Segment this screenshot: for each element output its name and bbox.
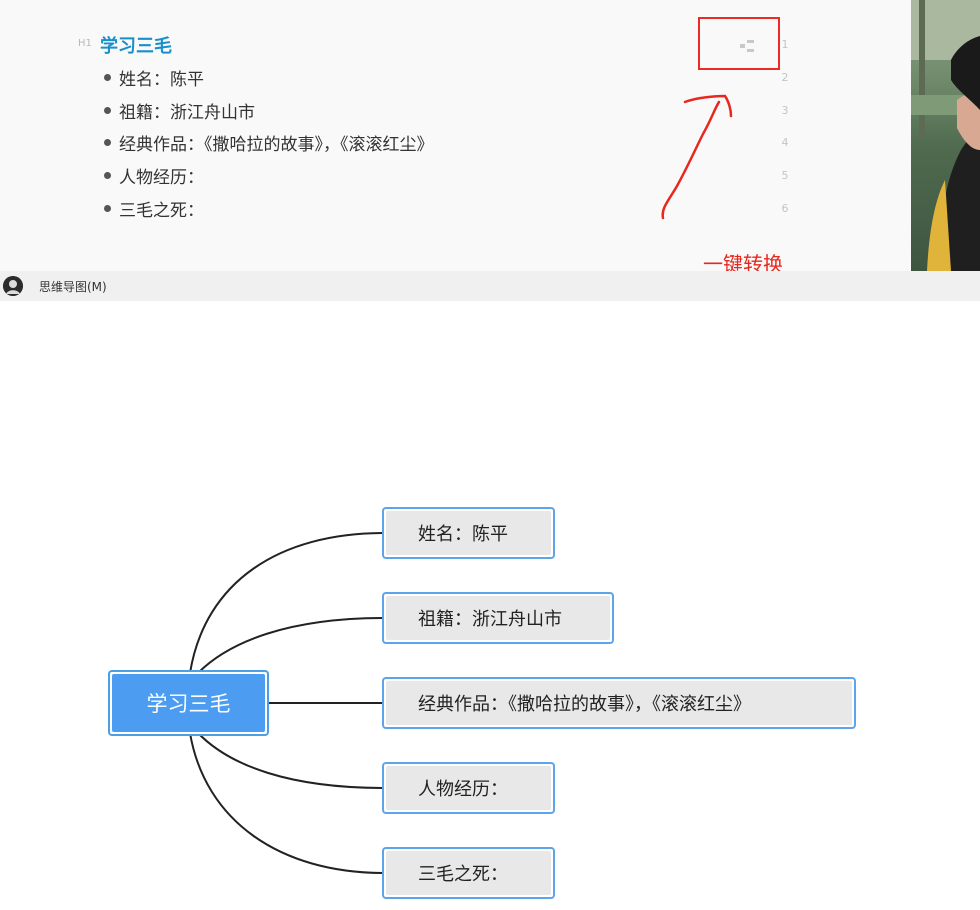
connector-line — [189, 532, 385, 674]
root-node-label: 学习三毛 — [112, 674, 265, 732]
connector-line — [197, 732, 385, 789]
bullet-icon — [104, 106, 111, 114]
mindmap-child-node[interactable]: 姓名：陈平 — [382, 507, 555, 559]
heading-level-tag: H1 — [78, 38, 92, 49]
list-item[interactable]: 姓名：陈平 — [104, 65, 204, 90]
list-item[interactable]: 人物经历： — [104, 163, 204, 188]
user-avatar-icon[interactable] — [3, 276, 23, 296]
line-number: 6 — [781, 202, 789, 215]
line-number: 1 — [781, 38, 789, 51]
mindmap-canvas[interactable]: 学习三毛 姓名：陈平 祖籍：浙江舟山市 经典作品：《撒哈拉的故事》，《滚滚红尘》… — [0, 301, 980, 910]
line-number: 2 — [781, 71, 789, 84]
list-item[interactable]: 三毛之死： — [104, 196, 204, 221]
bullet-icon — [104, 73, 111, 81]
list-item-text: 姓名：陈平 — [119, 69, 204, 90]
line-number: 4 — [781, 136, 789, 149]
mindmap-mode-button[interactable]: 思维导图(M) — [39, 278, 107, 295]
child-node-label: 人物经历： — [386, 766, 551, 810]
heading-text[interactable]: 学习三毛 — [100, 32, 172, 58]
bullet-icon — [104, 171, 111, 179]
child-node-label: 三毛之死： — [386, 851, 551, 895]
mindmap-child-node[interactable]: 祖籍：浙江舟山市 — [382, 592, 614, 644]
list-item[interactable]: 祖籍：浙江舟山市 — [104, 98, 255, 123]
markdown-editor[interactable]: H1 学习三毛 姓名：陈平 祖籍：浙江舟山市 经典作品：《撒哈拉的故事》，《滚滚… — [0, 0, 911, 276]
annotation-highlight-box — [698, 17, 780, 70]
child-node-label: 祖籍：浙江舟山市 — [386, 596, 610, 640]
webcam-photo — [911, 0, 980, 271]
mindmap-child-node[interactable]: 人物经历： — [382, 762, 555, 814]
connector-line — [189, 732, 385, 874]
child-node-label: 姓名：陈平 — [386, 511, 551, 555]
list-item-text: 三毛之死： — [119, 200, 204, 221]
line-number: 5 — [781, 169, 789, 182]
connector-line — [197, 617, 385, 674]
line-number: 3 — [781, 104, 789, 117]
annotation-arrow — [661, 94, 733, 220]
list-item[interactable]: 经典作品：《撒哈拉的故事》，《滚滚红尘》 — [104, 130, 434, 155]
status-bar: 思维导图(M) — [0, 271, 980, 301]
list-item-text: 祖籍：浙江舟山市 — [119, 102, 255, 123]
list-item-text: 经典作品：《撒哈拉的故事》，《滚滚红尘》 — [119, 134, 434, 155]
mindmap-child-node[interactable]: 三毛之死： — [382, 847, 555, 899]
bullet-icon — [104, 204, 111, 212]
bullet-icon — [104, 138, 111, 146]
mindmap-root-node[interactable]: 学习三毛 — [108, 670, 269, 736]
child-node-label: 经典作品：《撒哈拉的故事》，《滚滚红尘》 — [386, 681, 852, 725]
list-item-text: 人物经历： — [119, 167, 204, 188]
mindmap-child-node[interactable]: 经典作品：《撒哈拉的故事》，《滚滚红尘》 — [382, 677, 856, 729]
